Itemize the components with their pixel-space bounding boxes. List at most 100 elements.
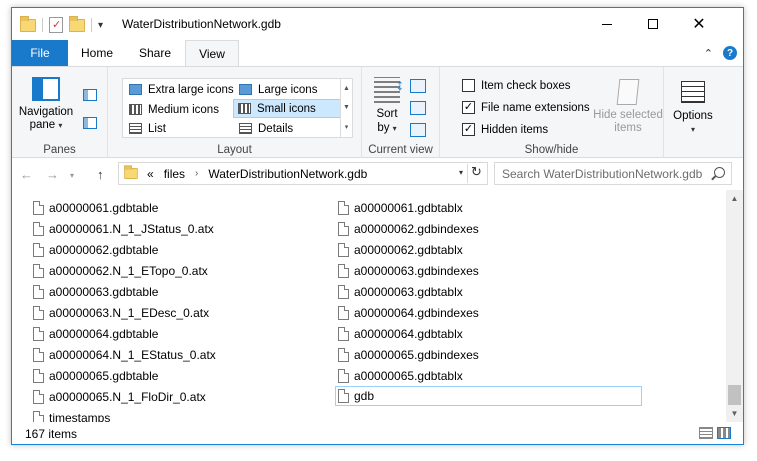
scroll-down-icon[interactable]: ▼ <box>343 104 350 111</box>
chevron-right-icon[interactable]: › <box>195 168 198 179</box>
list-item[interactable]: a00000064.gdbindexes <box>336 303 479 323</box>
properties-icon[interactable] <box>49 17 63 33</box>
close-button[interactable]: ✕ <box>676 8 722 40</box>
separator <box>42 18 43 32</box>
file-name: a00000061.gdbtable <box>49 201 159 215</box>
search-input[interactable]: Search WaterDistributionNetwork.gdb <box>494 162 732 185</box>
new-folder-icon[interactable] <box>69 15 85 32</box>
list-item[interactable]: a00000064.gdbtable <box>31 324 158 344</box>
tab-view[interactable]: View <box>185 40 239 67</box>
list-item[interactable]: a00000062.gdbtable <box>31 240 158 260</box>
item-check-boxes-checkbox[interactable] <box>462 79 475 92</box>
file-name: a00000061.N_1_JStatus_0.atx <box>49 222 214 236</box>
layout-details[interactable]: Details <box>235 119 293 138</box>
back-arrow-icon[interactable]: ← <box>20 167 33 182</box>
list-item[interactable]: a00000063.gdbtablx <box>336 282 463 302</box>
file-icon <box>33 306 44 320</box>
recent-locations-icon[interactable]: ▾ <box>70 171 74 180</box>
view-switcher <box>699 427 731 439</box>
file-icon <box>338 389 349 403</box>
add-columns-icon[interactable] <box>410 101 426 115</box>
hide-selected-label-1: Hide selected <box>593 109 663 121</box>
refresh-icon[interactable]: ↻ <box>467 164 485 183</box>
file-icon <box>33 201 44 215</box>
list-item[interactable]: a00000063.gdbindexes <box>336 261 479 281</box>
group-by-icon[interactable] <box>410 79 426 93</box>
details-pane-icon[interactable] <box>83 117 97 129</box>
list-item-focused[interactable]: gdb <box>335 386 642 406</box>
sort-by-label-2: by <box>377 122 390 134</box>
list-item[interactable]: a00000064.gdbtablx <box>336 324 463 344</box>
layout-large-icons[interactable]: Large icons <box>235 80 317 99</box>
list-item[interactable]: a00000062.gdbindexes <box>336 219 479 239</box>
forward-arrow-icon[interactable]: → <box>46 167 59 182</box>
collapse-ribbon-icon[interactable]: ⌃ <box>704 47 713 60</box>
hidden-items-option[interactable]: ✓ Hidden items <box>462 123 548 136</box>
maximize-button[interactable] <box>630 8 676 40</box>
list-item[interactable]: a00000061.gdbtable <box>31 198 158 218</box>
file-name: a00000062.gdbindexes <box>354 222 479 236</box>
list-item[interactable]: a00000063.gdbtable <box>31 282 158 302</box>
tab-share[interactable]: Share <box>130 40 180 66</box>
scroll-down-icon[interactable]: ▼ <box>726 405 743 422</box>
dropdown-icon: ▾ <box>392 124 397 133</box>
list-item[interactable]: a00000065.N_1_FloDir_0.atx <box>31 387 206 407</box>
breadcrumb-item-files[interactable]: files <box>164 167 185 181</box>
file-icon <box>338 264 349 278</box>
file-name: a00000062.gdbtable <box>49 243 159 257</box>
hide-selected-items-button[interactable]: Hide selected items <box>590 79 666 135</box>
file-icon <box>338 327 349 341</box>
preview-pane-icon[interactable] <box>83 89 97 101</box>
item-check-boxes-option[interactable]: Item check boxes <box>462 79 570 92</box>
large-icons-view-icon[interactable] <box>717 427 731 439</box>
list-item[interactable]: a00000065.gdbtablx <box>336 366 463 386</box>
list-item[interactable]: a00000065.gdbindexes <box>336 345 479 365</box>
help-icon[interactable]: ? <box>723 46 737 60</box>
hidden-items-checkbox[interactable]: ✓ <box>462 123 475 136</box>
layout-gallery: Extra large icons Large icons Medium ico… <box>122 78 353 138</box>
file-name: a00000064.gdbtable <box>49 327 159 341</box>
layout-small-icons[interactable]: Small icons <box>233 99 341 118</box>
navigation-pane-button[interactable]: Navigation pane ▾ <box>18 77 74 132</box>
ribbon-controls: ⌃ ? <box>704 46 737 60</box>
expand-gallery-icon[interactable]: ▾ <box>345 123 349 131</box>
options-button[interactable]: Options ▾ <box>670 81 716 137</box>
list-item[interactable]: a00000062.gdbtablx <box>336 240 463 260</box>
scroll-up-icon[interactable]: ▲ <box>726 190 743 207</box>
folder-icon <box>124 165 138 180</box>
list-item[interactable]: a00000064.N_1_EStatus_0.atx <box>31 345 216 365</box>
customize-qat-icon[interactable]: ▾ <box>98 20 103 31</box>
maximize-icon <box>648 19 658 29</box>
layout-list[interactable]: List <box>125 119 166 138</box>
layout-gallery-scroll[interactable]: ▲ ▼ ▾ <box>340 79 352 137</box>
list-icon <box>129 123 142 134</box>
tab-home[interactable]: Home <box>72 40 122 66</box>
sort-by-button[interactable]: Sort by ▾ <box>370 77 404 136</box>
file-name-extensions-option[interactable]: ✓ File name extensions <box>462 101 590 114</box>
hide-selected-icon <box>616 79 640 105</box>
list-item[interactable]: a00000062.N_1_ETopo_0.atx <box>31 261 208 281</box>
layout-extra-large-icons[interactable]: Extra large icons <box>125 80 234 99</box>
minimize-button[interactable] <box>584 8 630 40</box>
vertical-scrollbar[interactable]: ▲ ▼ <box>726 190 743 422</box>
size-columns-icon[interactable] <box>410 123 426 137</box>
explorer-window: ▾ WaterDistributionNetwork.gdb ✕ File Ho… <box>11 7 744 445</box>
scroll-up-icon[interactable]: ▲ <box>343 85 350 92</box>
address-bar[interactable]: « files › WaterDistributionNetwork.gdb ▾… <box>118 162 488 185</box>
file-name: a00000062.N_1_ETopo_0.atx <box>49 264 208 278</box>
details-view-icon[interactable] <box>699 427 713 439</box>
tab-file[interactable]: File <box>12 40 68 66</box>
breadcrumb-item-gdb[interactable]: WaterDistributionNetwork.gdb <box>208 167 367 181</box>
layout-medium-icons[interactable]: Medium icons <box>125 100 219 119</box>
group-show-hide: Item check boxes ✓ File name extensions … <box>440 67 664 159</box>
list-item[interactable]: a00000061.N_1_JStatus_0.atx <box>31 219 214 239</box>
file-name: a00000064.gdbtablx <box>354 327 463 341</box>
scrollbar-thumb[interactable] <box>728 385 741 405</box>
breadcrumb-overflow[interactable]: « <box>147 167 154 181</box>
file-name-extensions-checkbox[interactable]: ✓ <box>462 101 475 114</box>
address-history-icon[interactable]: ▾ <box>459 168 463 177</box>
list-item[interactable]: a00000061.gdbtablx <box>336 198 463 218</box>
list-item[interactable]: a00000065.gdbtable <box>31 366 158 386</box>
up-arrow-icon[interactable]: ↑ <box>97 167 104 182</box>
list-item[interactable]: a00000063.N_1_EDesc_0.atx <box>31 303 209 323</box>
